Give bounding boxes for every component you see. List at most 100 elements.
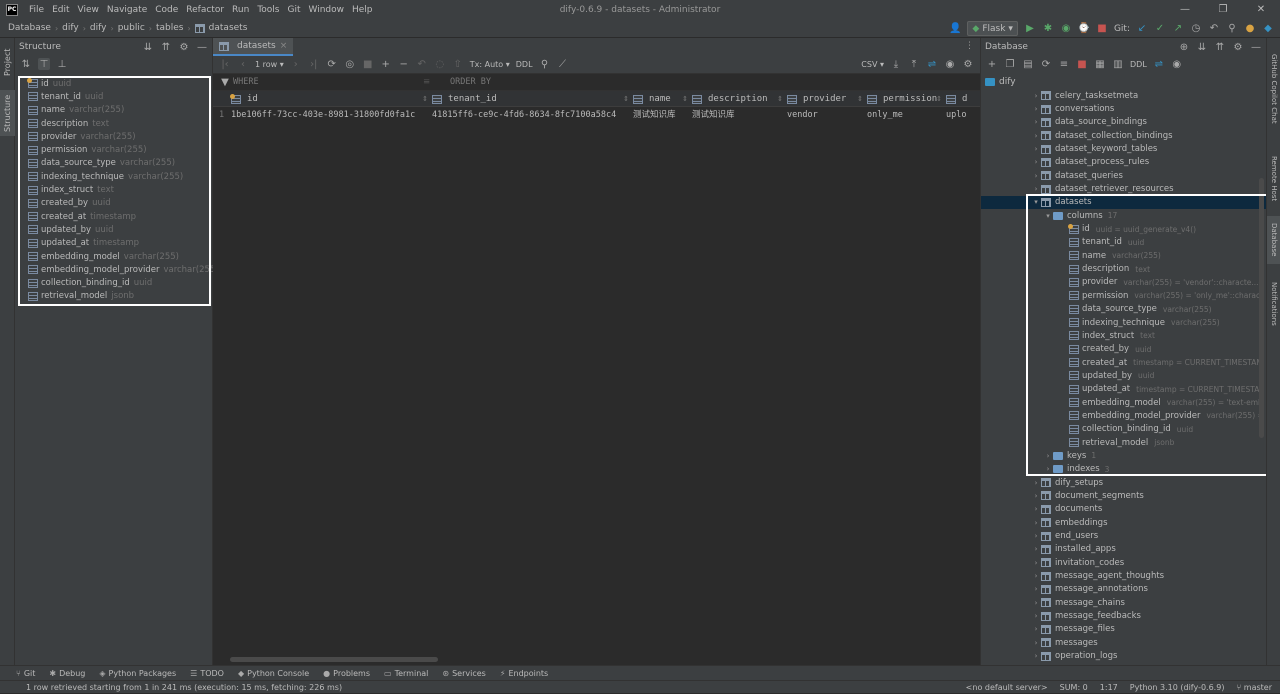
breadcrumb-item[interactable]: tables (156, 23, 183, 33)
chevron-right-icon[interactable]: › (1031, 185, 1041, 193)
structure-column-row[interactable]: retrieval_model jsonb (28, 290, 209, 303)
copy-icon[interactable]: ❐ (1004, 58, 1016, 70)
grid-cell[interactable]: 41815ff6-ce9c-4fd6-8634-8fc7100a58c4 (432, 107, 629, 123)
menu-item-view[interactable]: View (74, 5, 103, 15)
delete-icon[interactable]: ▤ (1022, 58, 1034, 70)
menu-item-code[interactable]: Code (151, 5, 182, 15)
breadcrumb-item[interactable]: public (118, 23, 145, 33)
grid-column-header[interactable]: provider ⇕ (787, 91, 867, 107)
sort-icon[interactable]: ⇕ (857, 95, 863, 103)
grid-cell[interactable]: 测试知识库 (633, 107, 688, 123)
reload-icon[interactable]: ⟳ (326, 59, 338, 71)
breadcrumb-item[interactable]: datasets (209, 23, 248, 33)
menu-item-tools[interactable]: Tools (253, 5, 283, 15)
hide-panel-icon[interactable]: — (1250, 41, 1262, 53)
structure-column-row[interactable]: embedding_model_provider varchar(255) (28, 263, 219, 276)
database-table-node[interactable]: › dataset_collection_bindings (981, 129, 1267, 142)
database-root-node[interactable]: dify (985, 75, 1016, 88)
collapse-all-icon[interactable]: ⇈ (1214, 41, 1226, 53)
menu-item-file[interactable]: File (25, 5, 48, 15)
grid-cell[interactable]: vendor (787, 107, 863, 123)
database-table-node[interactable]: › dataset_process_rules (981, 156, 1267, 169)
grid-cell[interactable]: 测试知识库 (692, 107, 783, 123)
chevron-right-icon[interactable]: › (1031, 559, 1041, 567)
database-table-node[interactable]: › data_source_bindings (981, 116, 1267, 129)
gear-icon[interactable]: ⚙ (178, 41, 190, 53)
grid-column-header[interactable]: permission ⇕ (867, 91, 946, 107)
structure-column-row[interactable]: tenant_id uuid (28, 90, 209, 103)
menu-item-run[interactable]: Run (228, 5, 253, 15)
tool-window-python-packages[interactable]: ◈ Python Packages (99, 669, 176, 678)
chevron-right-icon[interactable]: › (1031, 132, 1041, 140)
gear-icon[interactable]: ⚙ (962, 59, 974, 71)
hide-panel-icon[interactable]: — (196, 41, 208, 53)
project-tool-tab[interactable]: Project (0, 42, 15, 82)
add-icon[interactable]: + (986, 58, 998, 70)
database-table-node[interactable]: › document_segments (981, 489, 1267, 502)
database-column-node[interactable]: collection_binding_id uuid (981, 423, 1261, 436)
ddl-button[interactable]: DDL (1130, 60, 1147, 69)
tool-window-endpoints[interactable]: ⚡ Endpoints (500, 669, 548, 678)
database-table-node[interactable]: › messages (981, 636, 1267, 649)
structure-column-row[interactable]: permission varchar(255) (28, 143, 209, 156)
database-column-node[interactable]: tenant_id uuid (981, 236, 1261, 249)
coverage-icon[interactable]: ◉ (1060, 23, 1072, 35)
database-table-node[interactable]: › dataset_keyword_tables (981, 142, 1267, 155)
chevron-right-icon[interactable]: › (1031, 492, 1041, 500)
menu-item-edit[interactable]: Edit (48, 5, 73, 15)
menu-item-help[interactable]: Help (348, 5, 377, 15)
database-table-node[interactable]: › dataset_retriever_resources (981, 182, 1267, 195)
structure-column-row[interactable]: index_struct text (28, 183, 209, 196)
export-icon[interactable]: ⤓ (890, 59, 902, 71)
copilot-icon[interactable]: ◆ (1262, 23, 1274, 35)
grid-cell[interactable]: only_me (867, 107, 942, 123)
database-table-node[interactable]: › invitation_codes (981, 556, 1267, 569)
search-icon[interactable]: ⚲ (539, 59, 551, 71)
structure-column-row[interactable]: description text (28, 117, 209, 130)
run-icon[interactable]: ▶ (1024, 23, 1036, 35)
add-row-icon[interactable]: + (380, 59, 392, 71)
sum-widget[interactable]: SUM: 0 (1060, 683, 1088, 692)
sort-alpha-icon[interactable]: ⇅ (20, 58, 32, 70)
grid-column-header[interactable]: d (946, 91, 967, 107)
delete-row-icon[interactable]: − (398, 59, 410, 71)
git-branch-widget[interactable]: ⑂ master (1236, 683, 1272, 692)
git-commit-icon[interactable]: ✓ (1154, 23, 1166, 35)
database-table-node[interactable]: › conversations (981, 102, 1267, 115)
expand-all-icon[interactable]: ⇊ (142, 41, 154, 53)
tree-folder-keys[interactable]: › keys 1 (981, 449, 1267, 462)
menu-item-navigate[interactable]: Navigate (103, 5, 151, 15)
export-format-select[interactable]: CSV ▾ (861, 60, 884, 69)
vertical-scrollbar[interactable] (1259, 178, 1264, 438)
history-icon[interactable]: ◷ (1190, 23, 1202, 35)
structure-column-row[interactable]: created_at timestamp (28, 210, 209, 223)
database-column-node[interactable]: name varchar(255) (981, 249, 1261, 262)
caret-position[interactable]: 1:17 (1100, 683, 1118, 692)
sort-icon[interactable]: ⇕ (936, 95, 942, 103)
preview-changes-icon[interactable]: ◌ (434, 59, 446, 71)
grid-column-header[interactable]: tenant_id ⇕ (432, 91, 633, 107)
next-page-icon[interactable]: › (290, 59, 302, 71)
database-table-node[interactable]: › dataset_queries (981, 169, 1267, 182)
user-icon[interactable]: 👤 (949, 23, 961, 35)
interpreter-widget[interactable]: Python 3.10 (dify-0.6.9) (1130, 683, 1225, 692)
database-column-node[interactable]: created_at timestamp = CURRENT_TIMESTAMP(… (981, 356, 1261, 369)
minimize-button[interactable]: — (1166, 0, 1204, 19)
stop-icon[interactable]: ■ (1096, 23, 1108, 35)
database-table-node[interactable]: › end_users (981, 529, 1267, 542)
order-by-input[interactable]: ORDER BY (450, 77, 491, 87)
database-table-node[interactable]: › documents (981, 503, 1267, 516)
grid-cell[interactable]: uplo (946, 107, 976, 123)
sort-icon[interactable]: ⇕ (682, 95, 688, 103)
database-column-node[interactable]: description text (981, 262, 1261, 275)
filter-fields-icon[interactable]: ⊥ (56, 58, 68, 70)
chevron-right-icon[interactable]: › (1031, 572, 1041, 580)
tool-window-git[interactable]: ⑂ Git (16, 669, 35, 678)
database-column-node[interactable]: data_source_type varchar(255) (981, 303, 1261, 316)
notifications-tool-tab[interactable]: Notifications (1267, 274, 1280, 334)
view-icon[interactable]: ◉ (1171, 58, 1183, 70)
chevron-right-icon[interactable]: › (1031, 585, 1041, 593)
grid-column-header[interactable]: name ⇕ (633, 91, 692, 107)
compare-icon[interactable]: ⇌ (926, 59, 938, 71)
structure-column-row[interactable]: name varchar(255) (28, 104, 209, 117)
